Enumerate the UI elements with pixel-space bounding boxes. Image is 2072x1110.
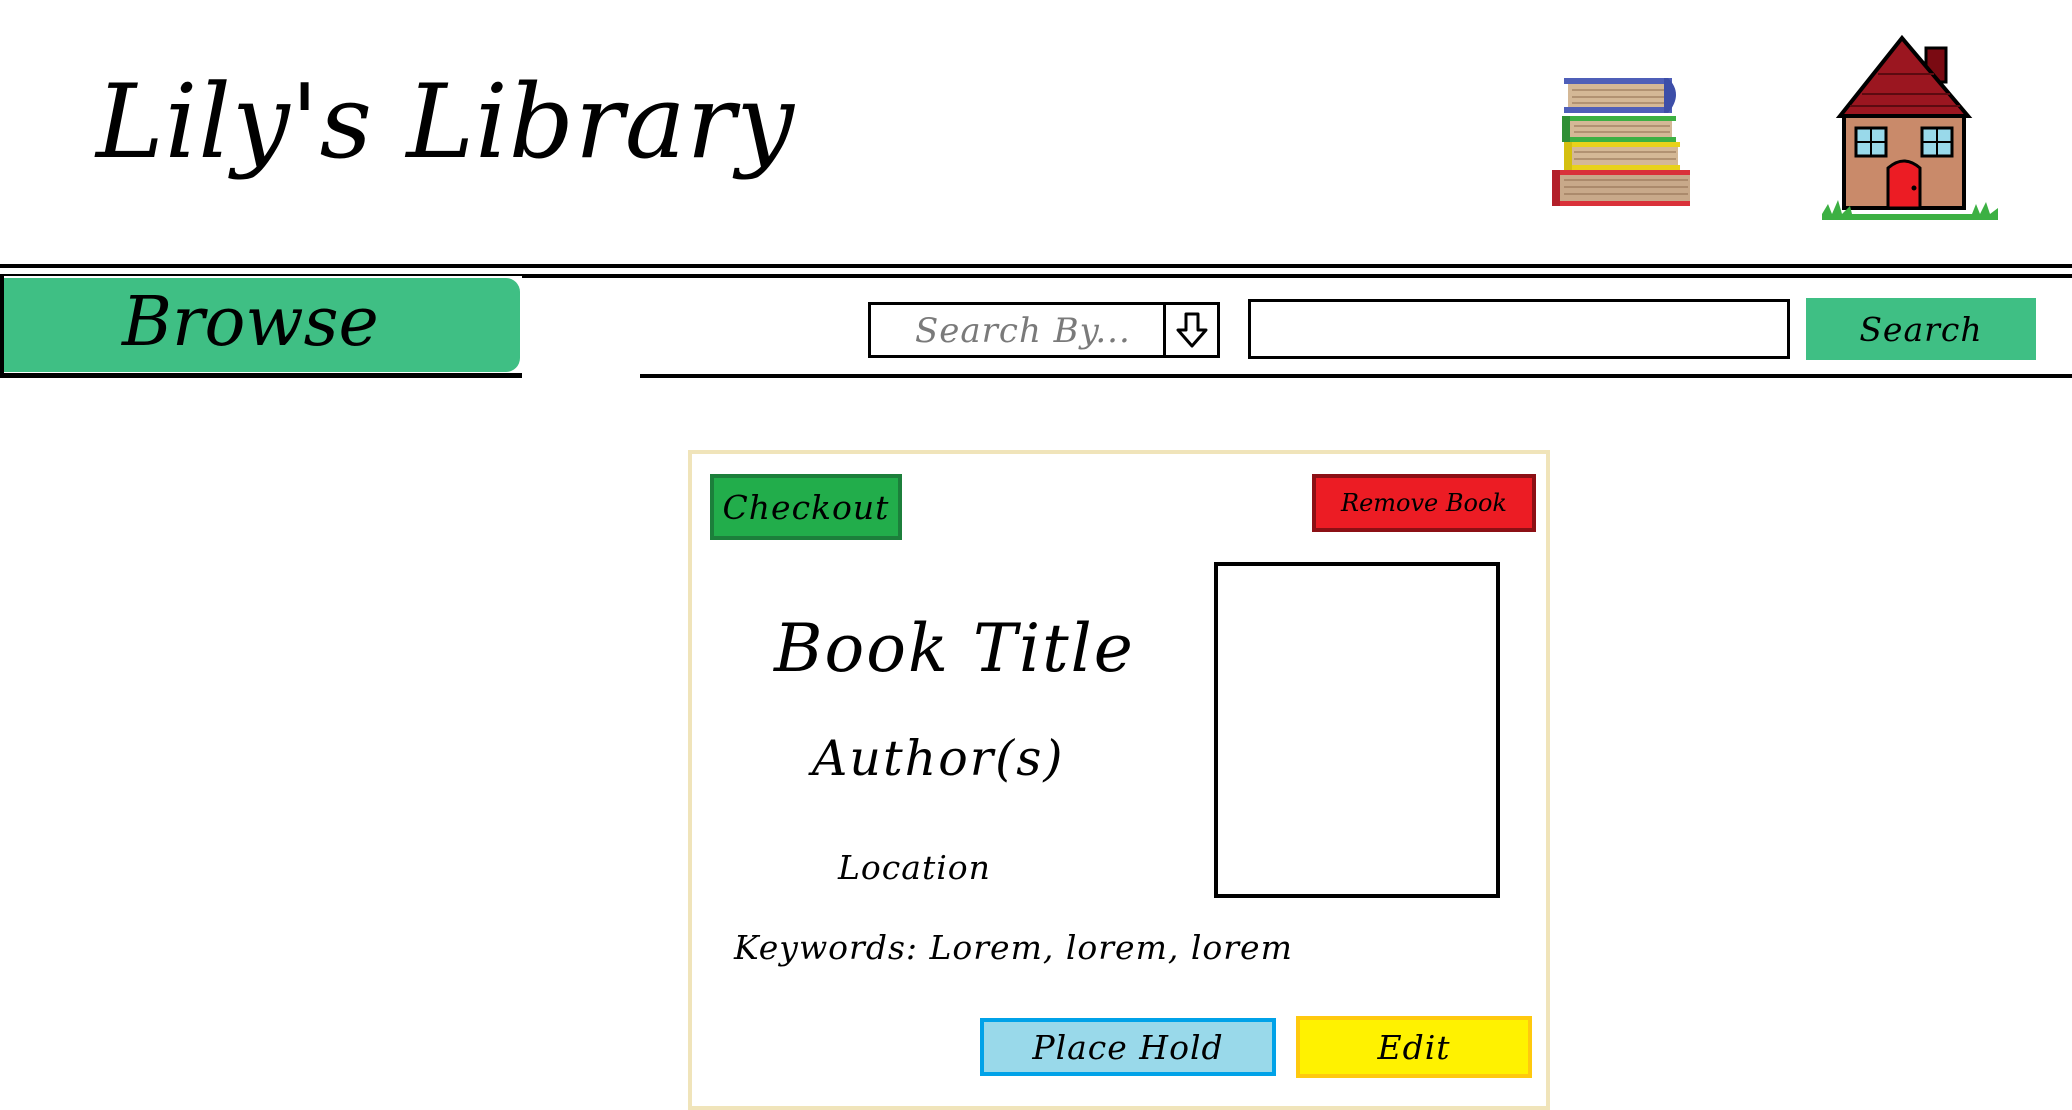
stacked-books-icon [1552, 78, 1690, 206]
browse-tab[interactable] [4, 278, 520, 372]
site-title: Lily's Library [96, 63, 796, 182]
nav-divider-bottom [640, 374, 2072, 378]
search-by-placeholder: Search By... [915, 311, 1131, 351]
dropdown-arrow-icon[interactable] [1163, 305, 1217, 355]
book-card: Checkout Remove Book Book Title Author(s… [688, 450, 1550, 1110]
search-input[interactable] [1248, 299, 1790, 359]
search-button[interactable]: Search [1806, 298, 2036, 360]
search-by-dropdown[interactable]: Search By... [868, 302, 1220, 358]
book-authors: Author(s) [812, 730, 1065, 787]
place-hold-button[interactable]: Place Hold [980, 1018, 1276, 1076]
book-title: Book Title [774, 610, 1135, 687]
house-icon[interactable] [1822, 34, 1998, 220]
nav-divider-top [0, 264, 2072, 268]
book-keywords: Keywords: Lorem, lorem, lorem [734, 928, 1293, 967]
remove-book-button[interactable]: Remove Book [1312, 474, 1536, 532]
book-location: Location [838, 848, 991, 887]
edit-button[interactable]: Edit [1296, 1016, 1532, 1078]
book-cover-image [1214, 562, 1500, 898]
checkout-button[interactable]: Checkout [710, 474, 902, 540]
